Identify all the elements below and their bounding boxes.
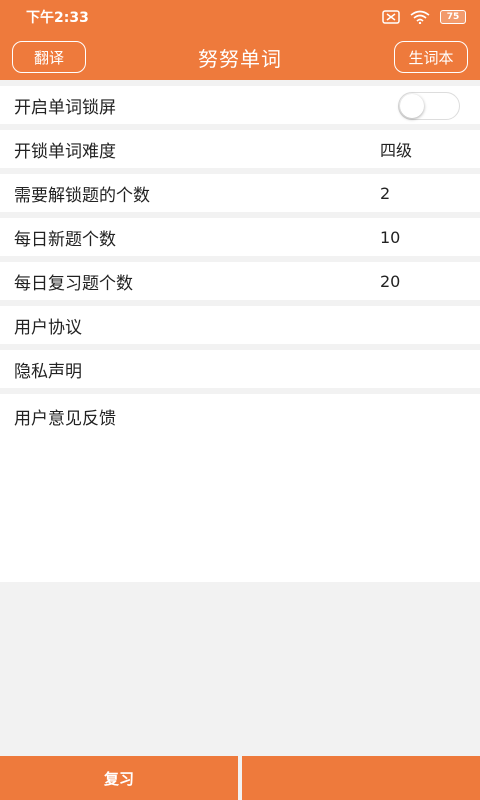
setting-privacy[interactable]: 隐私声明 — [0, 350, 480, 394]
setting-label: 用户协议 — [14, 317, 82, 338]
setting-label: 隐私声明 — [14, 361, 82, 382]
status-icons: 75 — [382, 10, 466, 24]
battery-icon: 75 — [440, 10, 466, 24]
setting-feedback[interactable]: 用户意见反馈 — [0, 394, 480, 438]
second-bottom-button[interactable] — [242, 756, 480, 800]
app-header: 努努单词 翻译 生词本 — [0, 34, 480, 80]
vocabulary-book-button[interactable]: 生词本 — [394, 41, 468, 73]
setting-daily-review[interactable]: 每日复习题个数 20 — [0, 262, 480, 306]
wifi-icon — [410, 10, 430, 24]
battery-level: 75 — [446, 12, 460, 22]
settings-list: 开启单词锁屏 开锁单词难度 四级 需要解锁题的个数 2 每日新题个数 10 每日… — [0, 86, 480, 582]
setting-value: 2 — [380, 183, 391, 203]
setting-label: 每日复习题个数 — [14, 273, 133, 294]
lock-screen-toggle[interactable] — [398, 92, 460, 120]
translate-button[interactable]: 翻译 — [12, 41, 86, 73]
toggle-knob — [400, 94, 424, 118]
bottom-bar: 复习 — [0, 756, 480, 800]
status-bar: 下午2:33 75 — [0, 0, 480, 34]
setting-label: 用户意见反馈 — [14, 408, 116, 429]
setting-label: 需要解锁题的个数 — [14, 185, 150, 206]
setting-value: 20 — [380, 271, 401, 291]
setting-difficulty[interactable]: 开锁单词难度 四级 — [0, 130, 480, 174]
setting-value: 10 — [380, 227, 401, 247]
setting-label: 每日新题个数 — [14, 229, 116, 250]
setting-unlock-count[interactable]: 需要解锁题的个数 2 — [0, 174, 480, 218]
setting-label: 开锁单词难度 — [14, 141, 116, 162]
setting-daily-new[interactable]: 每日新题个数 10 — [0, 218, 480, 262]
setting-lock-screen[interactable]: 开启单词锁屏 — [0, 86, 480, 130]
status-time: 下午2:33 — [26, 10, 89, 26]
setting-user-agreement[interactable]: 用户协议 — [0, 306, 480, 350]
setting-value: 四级 — [380, 141, 413, 160]
setting-label: 开启单词锁屏 — [14, 97, 116, 118]
no-sim-icon — [382, 10, 400, 24]
review-button[interactable]: 复习 — [0, 756, 238, 800]
